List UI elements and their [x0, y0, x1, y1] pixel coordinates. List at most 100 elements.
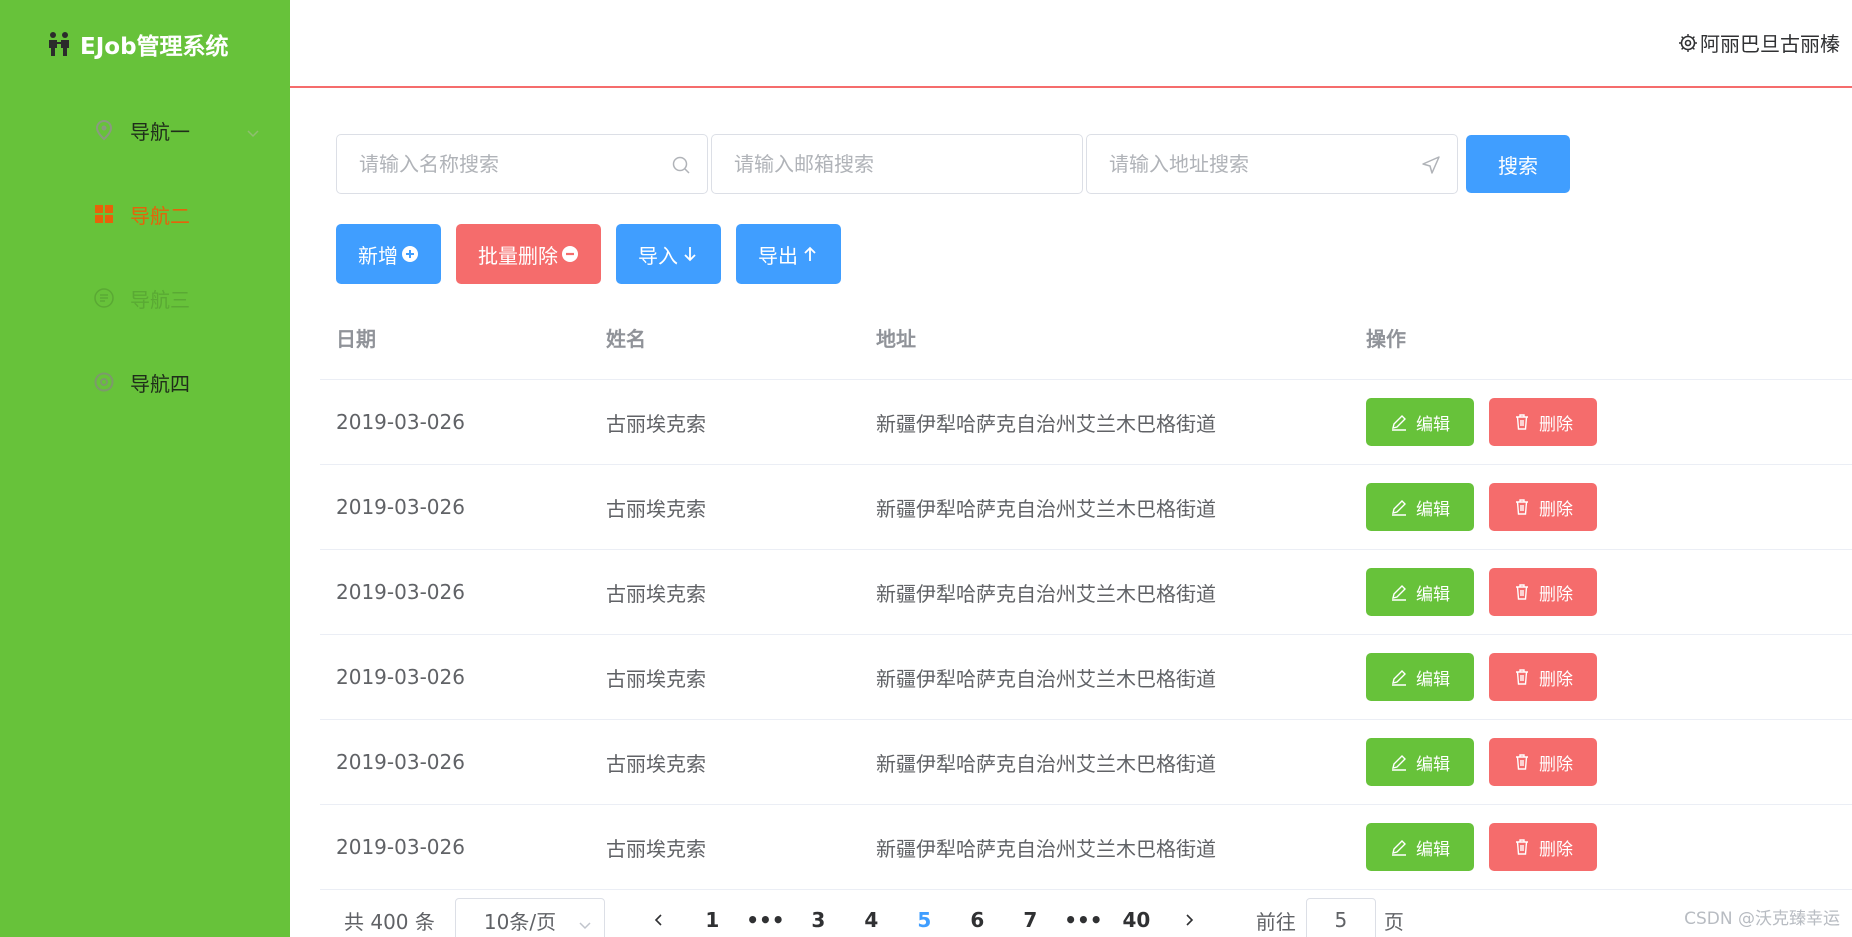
page-item[interactable]: 7 [1004, 908, 1057, 932]
table-row: 2019-03-026 古丽埃克索 新疆伊犁哈萨克自治州艾兰木巴格街道 编辑 删… [320, 550, 1852, 635]
sidebar-item-label: 导航二 [130, 203, 190, 228]
delete-button[interactable]: 删除 [1489, 738, 1597, 786]
edit-button[interactable]: 编辑 [1366, 483, 1474, 531]
cell-actions: 编辑 删除 [1350, 653, 1612, 701]
data-table: 日期 姓名 地址 操作 2019-03-026 古丽埃克索 新疆伊犁哈萨克自治州… [320, 296, 1852, 890]
arrow-up-icon [801, 245, 819, 263]
sidebar-item-nav1[interactable]: 导航一 [0, 88, 290, 172]
chevron-down-icon [246, 122, 260, 138]
user-name: 阿丽巴旦古丽榛 [1700, 32, 1840, 56]
delete-button[interactable]: 删除 [1489, 398, 1597, 446]
sidebar-item-nav2[interactable]: 导航二 [0, 172, 290, 256]
edit-button[interactable]: 编辑 [1366, 568, 1474, 616]
edit-button[interactable]: 编辑 [1366, 738, 1474, 786]
name-search-box [336, 134, 708, 194]
goto-page-input[interactable]: 5 [1305, 898, 1376, 937]
page-item[interactable]: 6 [951, 908, 1004, 932]
cell-actions: 编辑 删除 [1350, 568, 1612, 616]
trash-icon [1513, 753, 1531, 771]
delete-button[interactable]: 删除 [1489, 823, 1597, 871]
gear-icon [1678, 33, 1698, 53]
trash-icon [1513, 498, 1531, 516]
column-header-actions: 操作 [1366, 327, 1406, 351]
cell-date: 2019-03-026 [336, 495, 465, 519]
sidebar-item-label: 导航三 [130, 287, 190, 312]
delete-label: 删除 [1539, 499, 1573, 520]
pencil-icon [1390, 583, 1408, 601]
page-item[interactable]: 1 [686, 908, 739, 932]
page-size-select[interactable]: 10条/页 [454, 898, 605, 937]
edit-button[interactable]: 编辑 [1366, 823, 1474, 871]
navigation-arrow-icon [1421, 155, 1441, 175]
page-size-value: 10条/页 [483, 909, 557, 934]
column-header-name: 姓名 [606, 327, 646, 351]
page-ellipsis[interactable]: ••• [1057, 908, 1110, 932]
circle-plus-icon [401, 245, 419, 263]
search-icon [671, 155, 691, 175]
import-button[interactable]: 导入 [616, 224, 721, 284]
table-row: 2019-03-026 古丽埃克索 新疆伊犁哈萨克自治州艾兰木巴格街道 编辑 删… [320, 635, 1852, 720]
cell-name: 古丽埃克索 [606, 496, 706, 521]
batch-delete-label: 批量删除 [478, 243, 558, 268]
cell-date: 2019-03-026 [336, 410, 465, 434]
edit-button[interactable]: 编辑 [1366, 398, 1474, 446]
delete-button[interactable]: 删除 [1489, 568, 1597, 616]
page-item[interactable]: 40 [1110, 908, 1163, 932]
table-row: 2019-03-026 古丽埃克索 新疆伊犁哈萨克自治州艾兰木巴格街道 编辑 删… [320, 720, 1852, 805]
delete-label: 删除 [1539, 584, 1573, 605]
address-search-input[interactable] [1109, 152, 1435, 176]
column-header-date: 日期 [336, 327, 376, 351]
chevron-right-icon [1186, 914, 1194, 926]
page-item-current[interactable]: 5 [898, 908, 951, 932]
brand: EJob管理系统 [0, 0, 290, 88]
table-row: 2019-03-026 古丽埃克索 新疆伊犁哈萨克自治州艾兰木巴格街道 编辑 删… [320, 465, 1852, 550]
trash-icon [1513, 668, 1531, 686]
edit-label: 编辑 [1416, 584, 1450, 605]
cell-address: 新疆伊犁哈萨克自治州艾兰木巴格街道 [876, 581, 1216, 606]
sidebar-item-nav4[interactable]: 导航四 [0, 340, 290, 424]
next-page-button[interactable] [1163, 908, 1216, 932]
delete-label: 删除 [1539, 839, 1573, 860]
delete-button[interactable]: 删除 [1489, 653, 1597, 701]
sidebar-item-label: 导航四 [130, 371, 190, 396]
action-toolbar: 新增 批量删除 导入 导出 [336, 224, 856, 284]
column-header-address: 地址 [876, 327, 916, 351]
chevron-left-icon [655, 914, 662, 926]
user-menu[interactable]: 阿丽巴旦古丽榛 [1678, 28, 1840, 57]
cell-name: 古丽埃克索 [606, 751, 706, 776]
delete-button[interactable]: 删除 [1489, 483, 1597, 531]
main-content: 搜索 新增 批量删除 导入 导出 日期 [290, 90, 1852, 937]
trash-icon [1513, 838, 1531, 856]
table-row: 2019-03-026 古丽埃克索 新疆伊犁哈萨克自治州艾兰木巴格街道 编辑 删… [320, 380, 1852, 465]
page-jumper: 前往 5 页 [1256, 898, 1404, 937]
search-button[interactable]: 搜索 [1466, 135, 1570, 193]
page-item[interactable]: 4 [845, 908, 898, 932]
delete-label: 删除 [1539, 414, 1573, 435]
goto-prefix: 前往 [1255, 909, 1296, 934]
name-search-input[interactable] [359, 152, 685, 176]
sidebar-item-nav3[interactable]: 导航三 [0, 256, 290, 340]
sidebar: EJob管理系统 导航一 导航二 导航三 导航四 [0, 0, 290, 937]
add-button[interactable]: 新增 [336, 224, 441, 284]
edit-label: 编辑 [1416, 414, 1450, 435]
edit-label: 编辑 [1416, 839, 1450, 860]
cell-actions: 编辑 删除 [1350, 483, 1612, 531]
trash-icon [1513, 583, 1531, 601]
page-ellipsis[interactable]: ••• [739, 908, 792, 932]
page-item[interactable]: 3 [792, 908, 845, 932]
email-search-input[interactable] [734, 152, 1060, 176]
cell-address: 新疆伊犁哈萨克自治州艾兰木巴格街道 [876, 751, 1216, 776]
cell-name: 古丽埃克索 [606, 581, 706, 606]
cell-address: 新疆伊犁哈萨克自治州艾兰木巴格街道 [876, 666, 1216, 691]
pencil-icon [1390, 753, 1408, 771]
pagination: 共 400 条 10条/页 1 ••• 3 4 5 6 7 ••• 40 前往 … [344, 898, 1404, 937]
prev-page-button[interactable] [633, 908, 686, 932]
export-button[interactable]: 导出 [736, 224, 841, 284]
address-search-box [1086, 134, 1458, 194]
search-bar: 搜索 [336, 134, 1570, 194]
goto-suffix: 页 [1383, 909, 1404, 934]
cell-date: 2019-03-026 [336, 665, 465, 689]
cell-address: 新疆伊犁哈萨克自治州艾兰木巴格街道 [876, 496, 1216, 521]
batch-delete-button[interactable]: 批量删除 [456, 224, 601, 284]
edit-button[interactable]: 编辑 [1366, 653, 1474, 701]
